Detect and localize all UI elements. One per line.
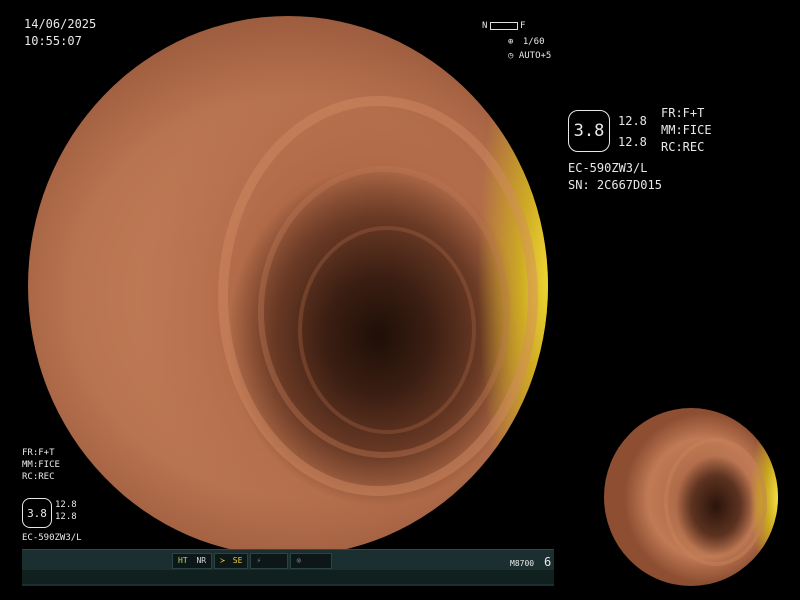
nr-label: NR [196,556,207,565]
nf-right-label: F [520,21,526,31]
se-icon: ≻ [220,556,225,565]
device-label: M8700 [510,559,535,568]
left-mode-info: FR:F+T MM:FICE RC:REC [22,447,60,483]
left-rc-label: RC:REC [22,472,55,482]
counter-label: 6 [544,555,552,569]
left-mm-label: MM:FICE [22,460,60,470]
mm-label: MM:FICE [661,123,712,137]
left-fr-label: FR:F+T [22,448,55,458]
gain-row: ◷ AUTO+5 [508,50,551,62]
main-endoscopy-view [28,16,548,556]
status-indicators: HT NR ≻ SE ⚡ ⊗ [172,553,362,569]
shutter-icon: ⊕ [508,37,514,47]
scope-info: EC-590ZW3/L SN: 2C667D015 [568,160,662,194]
zoom-value: 3.8 [573,121,605,141]
nf-scale-bar [490,22,518,30]
nf-left-label: N [482,21,488,31]
mode-info: FR:F+T MM:FICE RC:REC [661,105,712,156]
left-scale-value-bottom: 12.8 [55,512,77,522]
nf-scale: N F [482,20,542,32]
time-label: 10:55:07 [24,34,82,48]
model-label: EC-590ZW3/L [568,161,648,175]
ht-label: HT [178,556,188,565]
pip-endoscopy-view [604,408,778,586]
left-zoom-indicator: 3.8 [22,498,52,528]
date-label: 14/06/2025 [24,17,97,31]
scale-value-top: 12.8 [618,114,647,128]
circle-icon: ⊗ [296,556,302,565]
shutter-value: 1/60 [522,37,545,47]
scale-value-bottom: 12.8 [618,135,647,149]
serial-label: SN: 2C667D015 [568,178,662,192]
ht-nr-indicator: HT NR [172,553,213,569]
gain-value: AUTO+5 [518,51,552,61]
rc-label: RC:REC [661,140,705,154]
mucosal-fold [298,226,476,434]
circle-indicator: ⊗ [290,553,333,569]
se-indicator: ≻ SE [214,553,249,569]
date-time: 14/06/2025 10:55:07 [24,16,96,50]
left-scale-values: 12.8 12.8 [55,499,77,523]
se-label: SE [232,556,243,565]
gain-icon: ◷ [508,51,514,61]
status-bar-lower [22,570,554,584]
scale-values: 12.8 12.8 [618,113,647,151]
zoom-indicator: 3.8 [568,110,610,152]
fr-label: FR:F+T [661,106,705,120]
left-scale-value-top: 12.8 [55,500,77,510]
shutter-row: ⊕ 1/60 [508,36,545,48]
left-zoom-value: 3.8 [27,506,47,520]
left-model-label: EC-590ZW3/L [22,533,82,543]
status-bar: HT NR ≻ SE ⚡ ⊗ M8700 6 [22,549,554,586]
flash-icon: ⚡ [256,556,262,565]
flash-indicator: ⚡ [250,553,289,569]
mucosal-fold [664,438,767,566]
